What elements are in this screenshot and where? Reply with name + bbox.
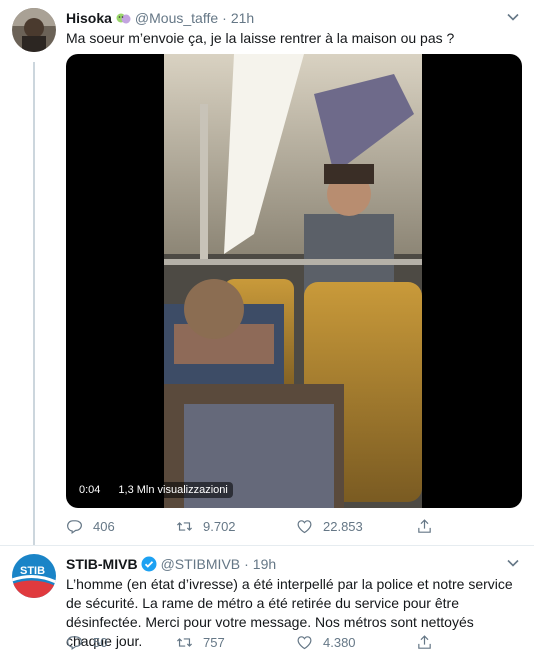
tweet-actions: 50 757 4.380	[66, 634, 443, 651]
retweet-button[interactable]: 757	[176, 634, 296, 651]
tweet-header: STIB-MIVB @STIBMIVB · 19h	[66, 554, 276, 574]
retweet-icon	[176, 638, 193, 647]
display-name[interactable]: Hisoka	[66, 10, 112, 26]
video-time: 0:04	[74, 482, 106, 498]
handle[interactable]: @STIBMIVB	[161, 556, 241, 572]
like-button[interactable]: 22.853	[296, 518, 416, 535]
retweet-icon	[176, 522, 193, 531]
tweet-hisoka[interactable]: Hisoka @Mous_taffe · 21h Ma soeur m’envo…	[0, 0, 534, 546]
like-icon	[297, 636, 312, 650]
retweet-count: 757	[203, 635, 225, 650]
video-views: 1,3 Mln visualizzazioni	[113, 482, 233, 498]
share-icon	[418, 635, 431, 649]
avatar[interactable]: STIB	[12, 554, 56, 598]
tweet-header: Hisoka @Mous_taffe · 21h	[66, 8, 254, 28]
avatar[interactable]	[12, 8, 56, 52]
reply-count: 50	[93, 635, 108, 650]
masks-emoji-icon	[116, 11, 131, 26]
chevron-down-icon[interactable]	[506, 10, 520, 24]
share-icon	[418, 519, 431, 533]
avatar-logo-text: STIB	[20, 565, 45, 577]
reply-button[interactable]: 406	[66, 518, 176, 535]
like-icon	[297, 520, 312, 534]
like-count: 22.853	[323, 519, 363, 534]
chevron-down-icon[interactable]	[506, 556, 520, 570]
timestamp[interactable]: 21h	[231, 10, 254, 26]
retweet-button[interactable]: 9.702	[176, 518, 296, 535]
share-button[interactable]	[416, 518, 443, 535]
reply-icon	[67, 636, 82, 651]
video-frame	[164, 54, 422, 508]
timestamp[interactable]: 19h	[253, 556, 276, 572]
reply-icon	[67, 520, 82, 535]
display-name[interactable]: STIB-MIVB	[66, 556, 138, 572]
video-meta: 0:04 1,3 Mln visualizzazioni	[74, 482, 233, 498]
tweet-actions: 406 9.702 22.853	[66, 518, 443, 535]
like-button[interactable]: 4.380	[296, 634, 416, 651]
tweet-stib[interactable]: STIB STIB-MIVB @STIBMIVB · 19h L’homme (…	[0, 545, 534, 662]
like-count: 4.380	[323, 635, 356, 650]
share-button[interactable]	[416, 634, 443, 651]
video-player[interactable]: 0:04 1,3 Mln visualizzazioni	[66, 54, 522, 508]
retweet-count: 9.702	[203, 519, 236, 534]
separator: ·	[244, 556, 249, 572]
reply-count: 406	[93, 519, 115, 534]
handle[interactable]: @Mous_taffe	[135, 10, 218, 26]
tweet-text: Ma soeur m’envoie ça, je la laisse rentr…	[66, 30, 455, 46]
separator: ·	[222, 10, 227, 26]
verified-badge-icon	[141, 556, 157, 572]
reply-button[interactable]: 50	[66, 634, 176, 651]
thread-line	[33, 62, 35, 546]
